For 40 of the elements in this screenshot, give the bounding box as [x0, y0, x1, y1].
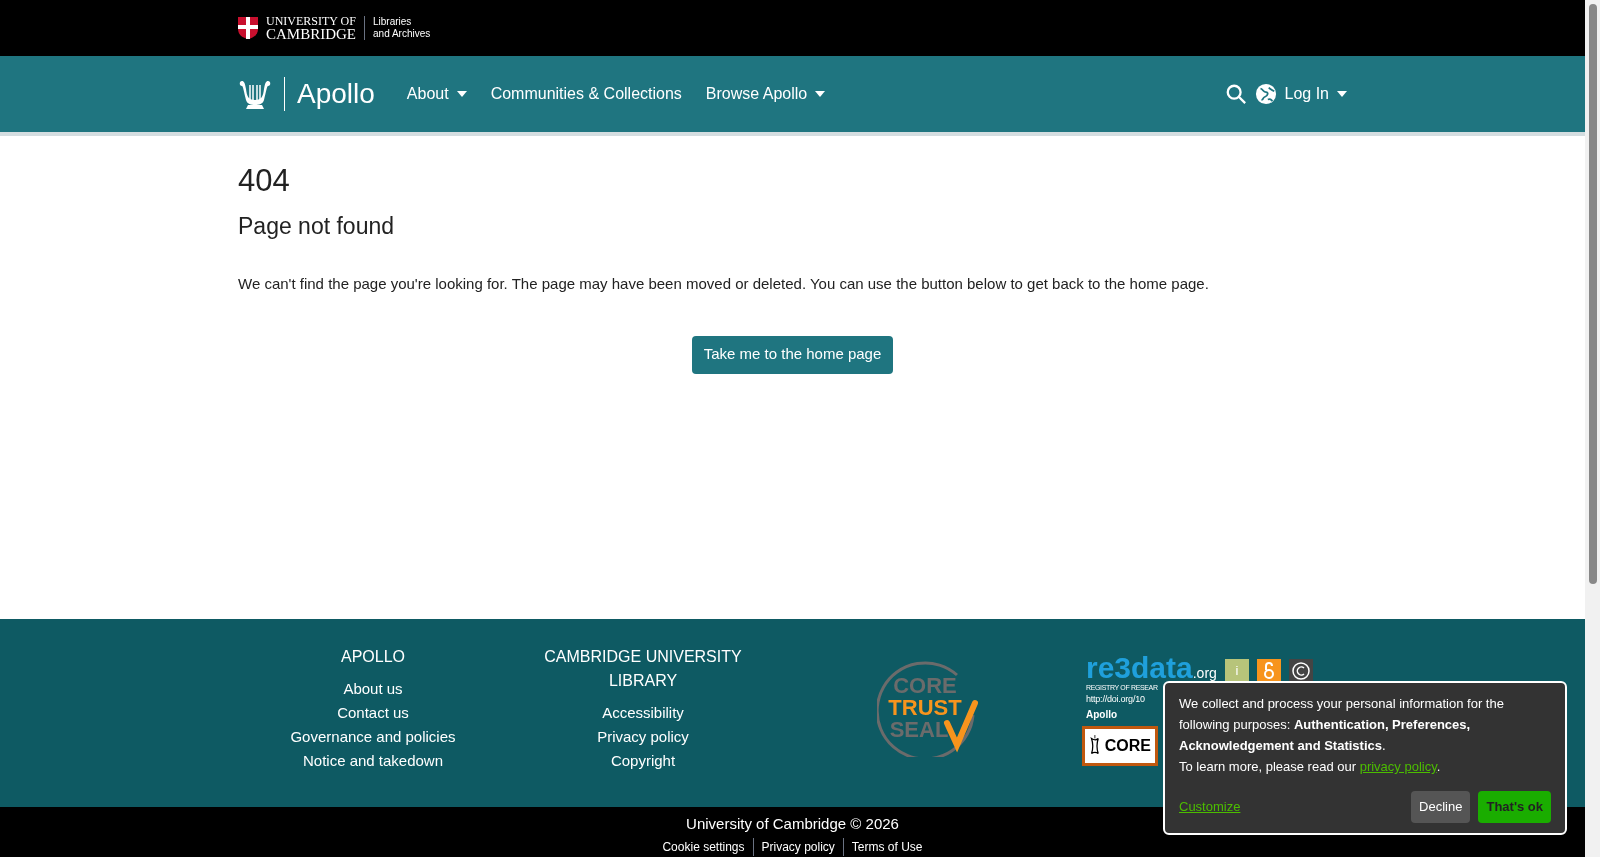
cookie-message: We collect and process your personal information for the following purposes: Authentication, Preferences, Acknowledgement and Statistics. To learn more, please read our privacy policy.: [1179, 695, 1505, 776]
bottom-link[interactable]: Terms of Use: [842, 837, 931, 856]
brand-name[interactable]: Apollo: [297, 73, 375, 115]
copyright-text: University of Cambridge © 2026: [686, 814, 899, 834]
re3data-logo: re3data.org: [1086, 653, 1217, 683]
nav-menu-item[interactable]: About: [394, 82, 479, 106]
department-name: Libraries: [373, 16, 413, 28]
footer-link[interactable]: About us: [343, 677, 403, 701]
search-icon[interactable]: [1224, 83, 1247, 105]
scrollbar[interactable]: [1585, 0, 1600, 857]
page-title: Page not found: [238, 211, 396, 241]
crest-icon: [238, 17, 258, 39]
info-icon: i: [1224, 659, 1249, 683]
privacy-policy-link[interactable]: privacy policy: [1359, 759, 1437, 774]
nav-menu-item[interactable]: Communities & Collections: [478, 82, 694, 106]
footer-link[interactable]: Contact us: [337, 701, 409, 725]
home-button[interactable]: Take me to the home page: [691, 335, 894, 374]
footer-link[interactable]: Notice and takedown: [302, 749, 444, 773]
error-code: 404: [238, 162, 291, 200]
footer-link[interactable]: Accessibility: [602, 701, 684, 725]
customize-link[interactable]: Customize: [1179, 797, 1241, 817]
footer-link[interactable]: Copyright: [610, 749, 676, 773]
bottom-link[interactable]: Cookie settings: [654, 837, 753, 856]
decline-button[interactable]: Decline: [1411, 791, 1471, 823]
footer-heading: APOLLO: [340, 647, 406, 667]
footer-link[interactable]: Governance and policies: [290, 725, 456, 749]
bottom-link[interactable]: Privacy policy: [752, 837, 843, 856]
footer-heading: CAMBRIDGE UNIVERSITY LIBRARY: [543, 647, 743, 691]
login-menu[interactable]: Log In: [1284, 82, 1347, 106]
doi-link[interactable]: http://doi.org/10: [1086, 693, 1145, 707]
footer-link[interactable]: Privacy policy: [597, 725, 689, 749]
core-label: CORE: [1104, 735, 1151, 756]
accept-button[interactable]: That's ok: [1478, 791, 1551, 823]
core-trust-seal-logo: CORE TRUST SEAL: [877, 655, 987, 757]
globe-icon[interactable]: [1254, 83, 1277, 105]
nav-menu-item[interactable]: Browse Apollo: [693, 82, 838, 106]
department-name: and Archives: [373, 28, 431, 40]
university-name: CAMBRIDGE: [266, 26, 356, 42]
university-name: UNIVERSITY OF: [266, 14, 356, 27]
error-message: We can't find the page you're looking for. The page may have been moved or deleted. You can use the button below to get back to the home page.: [238, 274, 1210, 294]
